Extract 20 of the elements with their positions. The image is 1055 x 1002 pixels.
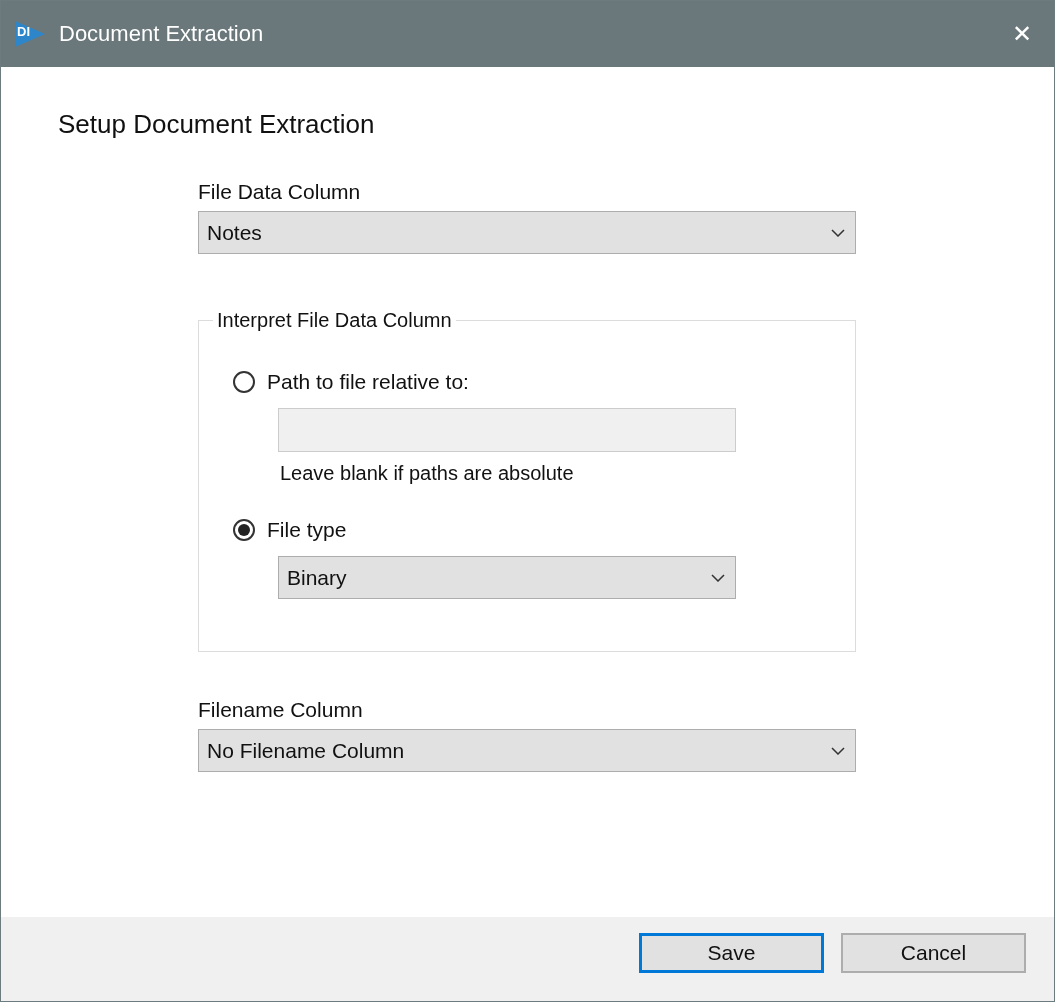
radio-label[interactable]: File type — [267, 518, 347, 542]
hint-text: Leave blank if paths are absolute — [280, 462, 575, 485]
radio-button[interactable] — [233, 519, 255, 541]
window-title: Document Extraction — [59, 21, 264, 47]
dropdown[interactable]: Binary — [278, 556, 736, 599]
app-logo: DI — [15, 21, 45, 47]
group-legend: Interpret File Data Column — [213, 309, 456, 332]
dialog-button[interactable]: Save — [639, 933, 824, 973]
dropdown[interactable]: Notes — [198, 211, 856, 254]
chevron-down-icon — [831, 746, 845, 755]
dropdown[interactable]: No Filename Column — [198, 729, 856, 772]
dialog-heading: Setup Document Extraction — [58, 109, 376, 140]
radio-button[interactable] — [233, 371, 255, 393]
field-label: File Data Column — [198, 180, 362, 204]
field-label: Filename Column — [198, 698, 364, 722]
chevron-down-icon — [711, 573, 725, 582]
close-button[interactable]: ✕ — [1003, 16, 1040, 52]
chevron-down-icon — [831, 228, 845, 237]
radio-label[interactable]: Path to file relative to: — [267, 370, 469, 394]
dialog-button[interactable]: Cancel — [841, 933, 1026, 973]
